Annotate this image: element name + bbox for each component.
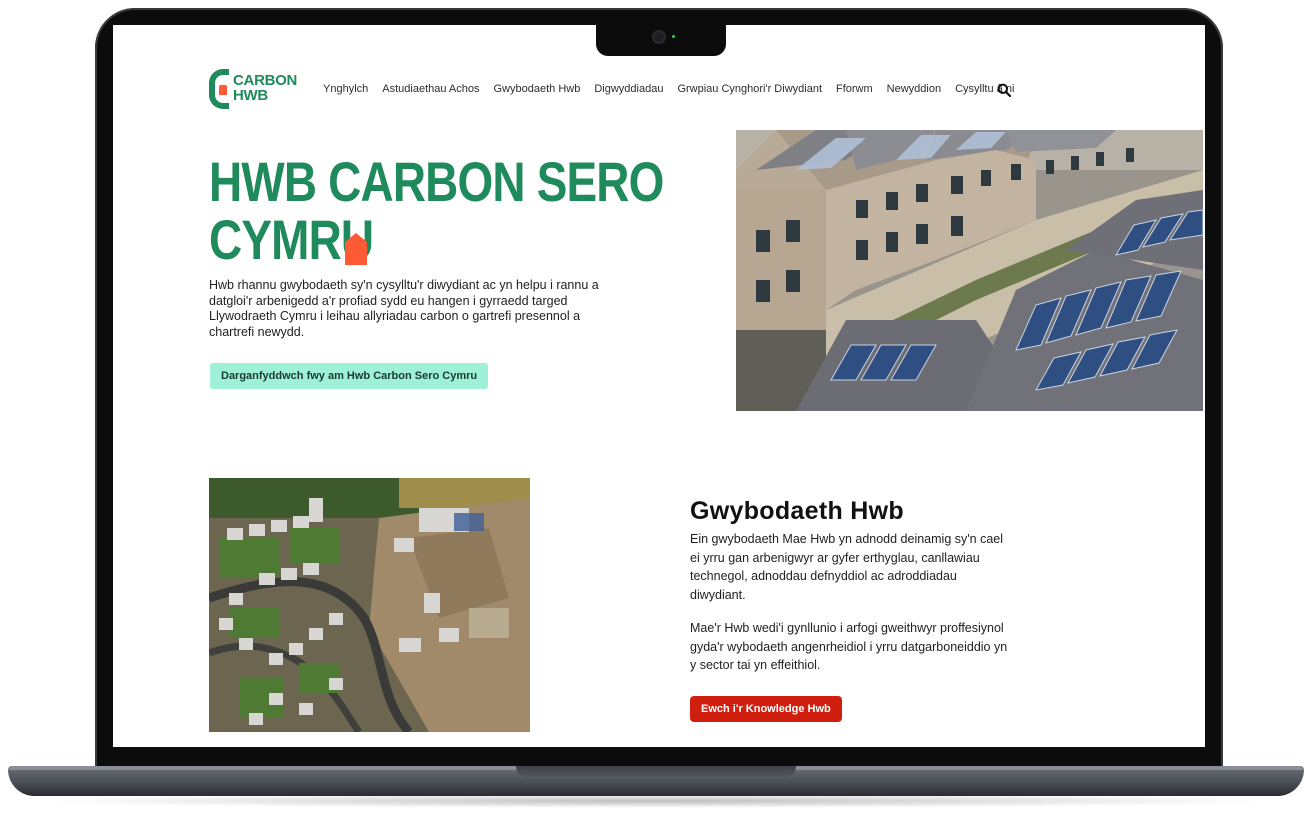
knowledge-hub-paragraph-2: Mae'r Hwb wedi'i gynllunio i arfogi gwei… (690, 621, 1008, 672)
camera-notch (596, 22, 726, 56)
logo-line-1: CARBON (233, 72, 298, 89)
nav-item-ynghylch[interactable]: Ynghylch (323, 83, 368, 95)
nav-item-newyddion[interactable]: Newyddion (887, 83, 941, 95)
logo-house-mark (219, 85, 227, 95)
website-screen: CARBON HWB Ynghylch Astudiaethau Achos G… (113, 25, 1205, 747)
main-nav: Ynghylch Astudiaethau Achos Gwybodaeth H… (323, 83, 1028, 95)
search-icon[interactable] (997, 83, 1011, 97)
house-icon (345, 233, 367, 265)
laptop-hinge (516, 766, 796, 778)
laptop-shadow (30, 794, 1282, 808)
knowledge-hub-button[interactable]: Ewch i'r Knowledge Hwb (690, 696, 842, 722)
hero-title: HWB CARBON SERO CYMRU (209, 150, 664, 271)
camera-led (672, 35, 675, 38)
knowledge-hub-title: Gwybodaeth Hwb (690, 497, 904, 525)
aerial-photo-housing-estate (209, 478, 530, 732)
hero-title-line-1: HWB CARBON SERO (209, 150, 664, 213)
logo-line-2: HWB (233, 87, 268, 104)
nav-item-digwyddiadau[interactable]: Digwyddiadau (594, 83, 663, 95)
nav-item-astudiaethau-achos[interactable]: Astudiaethau Achos (382, 83, 479, 95)
nav-item-fforwm[interactable]: Fforwm (836, 83, 873, 95)
hero-title-line-2: CYMRU (209, 208, 374, 271)
knowledge-hub-paragraph-1: Ein gwybodaeth Mae Hwb yn adnodd deinami… (690, 532, 1003, 602)
hero-learn-more-button[interactable]: Darganfyddwch fwy am Hwb Carbon Sero Cym… (210, 363, 489, 389)
carbon-hwb-logo[interactable]: CARBON HWB (209, 69, 297, 113)
nav-item-gwybodaeth-hwb[interactable]: Gwybodaeth Hwb (494, 83, 581, 95)
hero-photo-solar-houses (736, 130, 1203, 411)
camera-icon (652, 30, 666, 44)
nav-item-grwpiau-cynghori[interactable]: Grwpiau Cynghori'r Diwydiant (677, 83, 822, 95)
hero-description: Hwb rhannu gwybodaeth sy'n cysylltu'r di… (209, 278, 599, 339)
